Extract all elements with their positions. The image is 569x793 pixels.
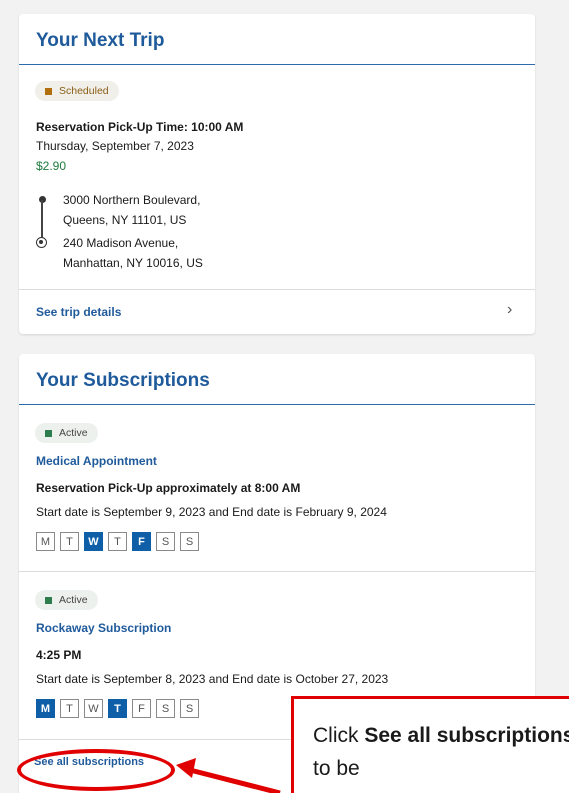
arrow-shaft bbox=[189, 767, 281, 793]
callout-suffix: to be bbox=[313, 757, 360, 780]
arrow-head bbox=[176, 758, 196, 778]
callout-bold: See all subscriptions bbox=[364, 724, 569, 747]
instruction-callout: Click See all subscriptions to be bbox=[291, 696, 569, 793]
pointer-arrow bbox=[176, 758, 281, 793]
callout-prefix: Click bbox=[313, 724, 365, 747]
